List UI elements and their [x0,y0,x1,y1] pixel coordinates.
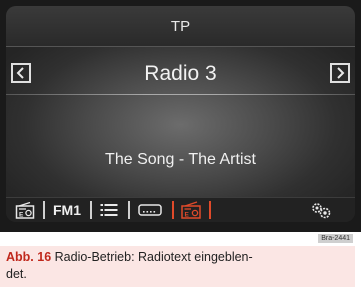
station-list-button[interactable] [96,198,122,222]
figure-number: Abb. 16 [6,250,52,264]
bottom-function-bar: E FM1 E [6,197,355,222]
svg-text:E: E [185,212,190,219]
bar-separator [128,201,130,219]
radio-text: The Song - The Artist [105,151,256,168]
station-list-icon [100,204,118,216]
figure-code: Bra-2441 [318,234,353,243]
station-row: Radio 3 [6,60,355,90]
settings-button[interactable] [306,198,336,222]
svg-text:E: E [19,211,24,218]
radio-active-button[interactable]: E [177,198,205,222]
station-name: Radio 3 [144,62,217,85]
tp-indicator[interactable]: TP [171,18,190,35]
bar-separator [90,201,92,219]
infotainment-screen: TP Radio 3 The Song - The Artist E FM1 E [0,0,361,232]
bar-separator-active [209,201,211,219]
band-button[interactable]: FM1 [48,198,86,222]
chevron-right-icon [337,67,345,79]
memory-presets-button[interactable] [134,198,166,222]
band-label: FM1 [53,202,81,218]
bar-separator [43,201,45,219]
radio-source-icon: E [15,201,35,219]
next-station-button[interactable] [330,63,350,83]
memory-presets-icon [138,204,162,216]
divider-line [6,94,355,95]
top-bar: TP [6,6,355,47]
figure-caption: Abb. 16 Radio-Betrieb: Radiotext eingebl… [0,246,355,287]
display-area: TP Radio 3 The Song - The Artist E FM1 E [6,6,355,222]
radio-active-icon: E [181,201,201,219]
radio-source-button[interactable]: E [12,198,38,222]
bar-separator-active [172,201,174,219]
gears-icon [312,203,331,219]
